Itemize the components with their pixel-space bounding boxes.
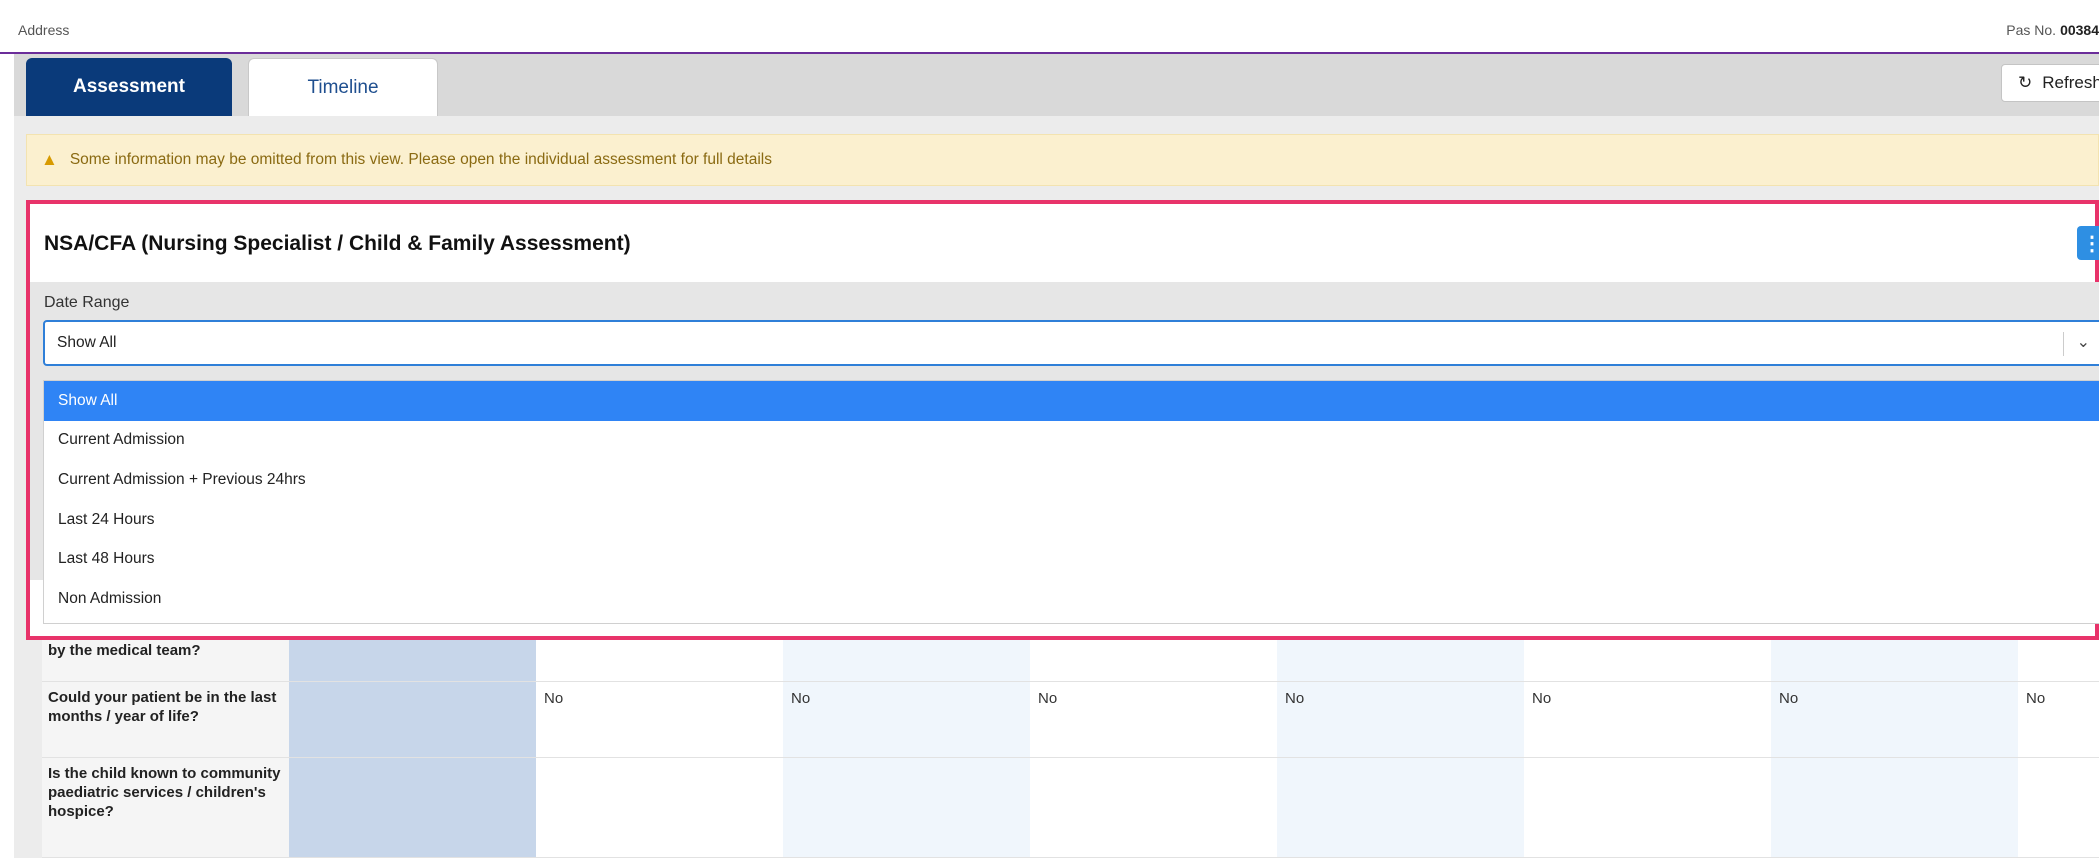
table-cell bbox=[1030, 758, 1277, 858]
table-cell bbox=[1524, 758, 1771, 858]
option-last-24-hours[interactable]: Last 24 Hours bbox=[44, 500, 2099, 540]
option-current-admission-previous-24hrs[interactable]: Current Admission + Previous 24hrs bbox=[44, 460, 2099, 500]
kebab-menu-icon[interactable]: ⋮ bbox=[2077, 226, 2099, 260]
table-cell bbox=[1277, 758, 1524, 858]
table-cell: No bbox=[1771, 682, 2018, 758]
assessment-table: be in the last days / hours of life by t… bbox=[42, 616, 2099, 858]
table-cell: No bbox=[1277, 682, 1524, 758]
date-range-select[interactable]: Show All ⌄ bbox=[43, 320, 2099, 366]
warning-icon: ▲ bbox=[41, 150, 58, 169]
table-cell: No bbox=[783, 682, 1030, 758]
date-range-menu: Show All Current Admission Current Admis… bbox=[43, 380, 2099, 624]
date-range-value: Show All bbox=[57, 334, 117, 351]
alert-text: Some information may be omitted from thi… bbox=[69, 151, 772, 168]
refresh-label: Refresh bbox=[2042, 73, 2099, 92]
option-last-48-hours[interactable]: Last 48 Hours bbox=[44, 539, 2099, 579]
pas-number: Pas No. 00384 bbox=[2006, 22, 2099, 38]
option-show-all[interactable]: Show All bbox=[44, 381, 2099, 421]
row-label: Is the child known to community paediatr… bbox=[42, 758, 289, 858]
date-range-label: Date Range bbox=[44, 294, 130, 311]
table-cell bbox=[289, 682, 536, 758]
assessment-panel: NSA/CFA (Nursing Specialist / Child & Fa… bbox=[26, 200, 2099, 640]
refresh-icon: ↻ bbox=[2018, 73, 2033, 92]
address-label: Address bbox=[18, 22, 70, 38]
table-cell bbox=[536, 758, 783, 858]
option-non-admission[interactable]: Non Admission bbox=[44, 579, 2099, 619]
table-cell: No bbox=[1524, 682, 1771, 758]
select-divider bbox=[2063, 332, 2064, 356]
panel-title: NSA/CFA (Nursing Specialist / Child & Fa… bbox=[44, 232, 631, 255]
row-label: Could your patient be in the last months… bbox=[42, 682, 289, 758]
table-cell: No bbox=[1030, 682, 1277, 758]
header-bar: Address Pas No. 00384 bbox=[0, 0, 2099, 54]
table-cell bbox=[2018, 758, 2099, 858]
refresh-button[interactable]: ↻ Refresh bbox=[2001, 64, 2099, 102]
tab-bar: Assessment Timeline ↻ Refresh bbox=[14, 54, 2099, 117]
pas-number-value: 00384 bbox=[2060, 22, 2099, 38]
table-cell bbox=[289, 758, 536, 858]
table-cell bbox=[1771, 758, 2018, 858]
info-alert: ▲ Some information may be omitted from t… bbox=[26, 134, 2099, 186]
chevron-down-icon[interactable]: ⌄ bbox=[2077, 332, 2090, 352]
table-cell: No bbox=[2018, 682, 2099, 758]
tab-assessment[interactable]: Assessment bbox=[26, 58, 232, 116]
tab-timeline[interactable]: Timeline bbox=[248, 58, 438, 117]
option-current-admission[interactable]: Current Admission bbox=[44, 421, 2099, 461]
table-cell: No bbox=[536, 682, 783, 758]
table-cell bbox=[783, 758, 1030, 858]
